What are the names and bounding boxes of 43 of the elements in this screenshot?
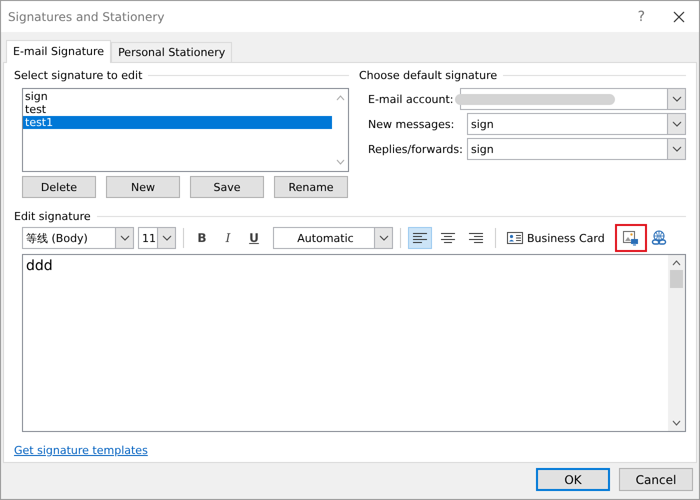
close-icon[interactable] xyxy=(673,10,685,22)
templates-link[interactable]: Get signature templates xyxy=(14,444,148,457)
help-button[interactable]: ? xyxy=(638,8,645,24)
format-button[interactable]: U xyxy=(243,227,265,249)
format-button[interactable]: B xyxy=(191,227,213,249)
signature-editor[interactable]: ddd xyxy=(22,254,686,432)
list-item[interactable]: test1 xyxy=(23,116,332,129)
signature-text: ddd xyxy=(26,258,53,274)
field-label: Replies/forwards: xyxy=(368,142,464,156)
dialog-button[interactable]: Cancel xyxy=(619,468,693,491)
list-item[interactable]: test xyxy=(23,103,332,116)
chevron-up-icon[interactable] xyxy=(672,260,681,266)
action-button[interactable]: Save xyxy=(190,176,264,198)
font-dropdown[interactable]: 等线 (Body) xyxy=(22,227,134,249)
align-center-icon xyxy=(441,232,455,244)
group-heading: Edit signature xyxy=(14,210,91,223)
dropdown-field[interactable]: sign xyxy=(467,138,686,160)
scroll-thumb[interactable] xyxy=(670,270,683,288)
align-right-icon xyxy=(469,232,483,244)
size-dropdown[interactable]: 11 xyxy=(138,227,176,249)
group-heading: Choose default signature xyxy=(359,69,498,82)
align-left-icon xyxy=(413,232,427,244)
tab[interactable]: E-mail Signature xyxy=(6,40,112,63)
field-label: E-mail account: xyxy=(368,92,455,106)
group-heading: Select signature to edit xyxy=(14,69,142,82)
action-button[interactable]: Delete xyxy=(22,176,96,198)
format-button[interactable]: I xyxy=(217,227,239,249)
list-item[interactable]: sign xyxy=(23,90,332,103)
picture-icon xyxy=(622,230,640,246)
field-label: New messages: xyxy=(368,118,456,130)
action-button[interactable]: Rename xyxy=(274,176,348,198)
align-button[interactable] xyxy=(408,227,432,249)
business-card-button[interactable]: Business Card xyxy=(503,232,609,244)
color-dropdown[interactable]: Automatic xyxy=(273,227,393,249)
dropdown-field[interactable]: sign xyxy=(467,113,686,135)
contact-card-icon xyxy=(507,232,523,244)
action-button[interactable]: New xyxy=(106,176,180,198)
tab[interactable]: Personal Stationery xyxy=(111,42,232,62)
globe-link-icon[interactable] xyxy=(650,230,667,246)
window-title: Signatures and Stationery xyxy=(8,10,164,24)
dialog-button[interactable]: OK xyxy=(536,468,610,491)
chevron-down-icon[interactable] xyxy=(672,420,681,426)
insert-picture-button[interactable] xyxy=(614,224,647,252)
